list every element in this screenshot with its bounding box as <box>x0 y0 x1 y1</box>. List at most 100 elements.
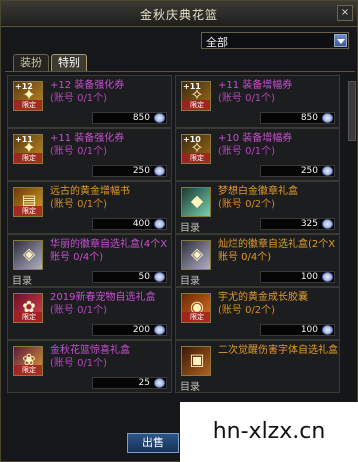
shop-window: 金秋庆典花篮 × 全部 装扮 特别 ✦ +12 限定 +12 装备强化券 (账号 0/1… <box>0 0 358 462</box>
platinum-emblem-box-icon[interactable]: ◆ <box>181 187 211 217</box>
window-title: 金秋庆典花篮 <box>139 8 218 22</box>
price-box: 250 <box>92 165 167 177</box>
shop-item-card[interactable]: ◈ 灿烂的徽章自选礼盒(2个X账号 0/4个) 目录 100 <box>175 234 340 287</box>
price-box: 250 <box>260 165 335 177</box>
item-name: 华丽的徽章自选礼盒(4个X账号 0/4个) <box>50 239 168 263</box>
currency-coin-icon <box>154 166 165 176</box>
icon-glyph: ◆ <box>190 191 204 210</box>
enhance-ticket-icon[interactable]: ✦ +12 限定 <box>13 81 43 111</box>
item-name: 远古的黄金增幅书 <box>50 186 130 197</box>
price-value: 250 <box>132 166 150 176</box>
limited-tag: 限定 <box>14 206 42 216</box>
item-name: +10 装备增幅券 <box>218 133 293 144</box>
item-name: +12 装备强化券 <box>50 80 125 91</box>
shop-item-card[interactable]: ✧ +11 限定 +11 装备增幅券 (账号 0/1个) 850 <box>175 75 340 128</box>
shop-item-card[interactable]: ✧ +10 限定 +10 装备增幅券 (账号 0/1个) 250 <box>175 128 340 181</box>
purchase-limit: (账号 0/1个) <box>50 93 108 104</box>
surprise-box-icon[interactable]: ❀ 限定 <box>13 346 43 376</box>
price-box: 50 <box>92 271 167 283</box>
price-value: 400 <box>132 219 150 229</box>
currency-coin-icon <box>322 325 333 335</box>
currency-coin-icon <box>154 272 165 282</box>
icon-level-label: +12 <box>15 82 33 91</box>
price-value: 50 <box>138 272 150 282</box>
price-box: 200 <box>92 324 167 336</box>
tab-divider <box>5 71 355 72</box>
item-name: 二次觉醒伤害字体自选礼盒 <box>218 345 338 356</box>
growth-capsule-icon[interactable]: ◉ 限定 <box>181 293 211 323</box>
item-name: 灿烂的徽章自选礼盒(2个X账号 0/4个) <box>218 239 336 263</box>
purchase-limit: (账号 0/2个) <box>218 305 276 316</box>
scroll-thumb[interactable] <box>348 81 356 141</box>
pet-box-icon[interactable]: ✿ 限定 <box>13 293 43 323</box>
emblem-box-icon[interactable]: ◈ <box>181 240 211 270</box>
price-box: 850 <box>92 112 167 124</box>
sell-button[interactable]: 出售 <box>127 433 179 453</box>
purchase-limit: (账号 0/1个) <box>50 199 108 210</box>
title-bar[interactable]: 金秋庆典花篮 × <box>1 1 357 27</box>
scrollbar[interactable] <box>347 73 357 453</box>
price-box: 400 <box>92 218 167 230</box>
shop-item-card[interactable]: ✦ +12 限定 +12 装备强化券 (账号 0/1个) 850 <box>7 75 172 128</box>
price-value: 850 <box>300 113 318 123</box>
golden-book-icon[interactable]: ▤ 限定 <box>13 187 43 217</box>
enhance-ticket-icon[interactable]: ✦ +11 限定 <box>13 134 43 164</box>
price-box: 850 <box>260 112 335 124</box>
catalog-label[interactable]: 目录 <box>180 378 200 393</box>
currency-coin-icon <box>154 113 165 123</box>
watermark-text: hn-xlzx.cn <box>180 402 358 462</box>
item-name: 2019新春宠物自选礼盒 <box>50 292 156 303</box>
currency-coin-icon <box>322 113 333 123</box>
tab-costume[interactable]: 装扮 <box>13 54 49 72</box>
price-value: 100 <box>300 325 318 335</box>
purchase-limit: (账号 0/1个) <box>218 93 276 104</box>
shop-item-card[interactable]: ▣ 二次觉醒伤害字体自选礼盒目录 <box>175 340 340 393</box>
shop-item-card[interactable]: ◈ 华丽的徽章自选礼盒(4个X账号 0/4个) 目录 50 <box>7 234 172 287</box>
purchase-limit: (账号 0/1个) <box>218 146 276 157</box>
purchase-limit: (账号 0/1个) <box>50 146 108 157</box>
tab-special[interactable]: 特别 <box>51 54 87 72</box>
shop-item-card[interactable]: ◆ 梦想白金徽章礼盒 (账号 0/2个) 目录 325 <box>175 181 340 234</box>
price-value: 200 <box>132 325 150 335</box>
purchase-limit: (账号 0/2个) <box>218 199 276 210</box>
amplify-ticket-icon[interactable]: ✧ +11 限定 <box>181 81 211 111</box>
price-value: 100 <box>300 272 318 282</box>
icon-level-label: +11 <box>15 135 33 144</box>
icon-level-label: +10 <box>183 135 201 144</box>
price-value: 850 <box>132 113 150 123</box>
catalog-label[interactable]: 目录 <box>12 272 32 287</box>
catalog-label[interactable]: 目录 <box>180 272 200 287</box>
shop-item-card[interactable]: ◉ 限定 宇尤的黄金成长胶囊 (账号 0/2个) 100 <box>175 287 340 340</box>
price-value: 25 <box>138 378 150 388</box>
price-box: 100 <box>260 271 335 283</box>
limited-tag: 限定 <box>182 312 210 322</box>
shop-item-card[interactable]: ▤ 限定 远古的黄金增幅书 (账号 0/1个) 400 <box>7 181 172 234</box>
purchase-limit: (账号 0/1个) <box>50 358 108 369</box>
currency-coin-icon <box>154 325 165 335</box>
price-value: 325 <box>300 219 318 229</box>
icon-level-label: +11 <box>183 82 201 91</box>
damage-font-box-icon[interactable]: ▣ <box>181 346 211 376</box>
amplify-ticket-icon[interactable]: ✧ +10 限定 <box>181 134 211 164</box>
category-filter-select[interactable]: 全部 <box>201 32 349 49</box>
icon-glyph: ◈ <box>22 244 36 263</box>
limited-tag: 限定 <box>14 365 42 375</box>
item-name: 金秋花篮惊喜礼盒 <box>50 345 130 356</box>
purchase-limit: (账号 0/1个) <box>50 305 108 316</box>
chevron-down-icon[interactable] <box>334 34 347 47</box>
shop-item-card[interactable]: ❀ 限定 金秋花篮惊喜礼盒 (账号 0/1个) 25 <box>7 340 172 393</box>
shop-item-card[interactable]: ✦ +11 限定 +11 装备强化券 (账号 0/1个) 250 <box>7 128 172 181</box>
item-name: 宇尤的黄金成长胶囊 <box>218 292 308 303</box>
shop-item-card[interactable]: ✿ 限定 2019新春宠物自选礼盒 (账号 0/1个) 200 <box>7 287 172 340</box>
icon-glyph: ▣ <box>189 350 205 369</box>
price-value: 250 <box>300 166 318 176</box>
item-name: 梦想白金徽章礼盒 <box>218 186 298 197</box>
price-box: 325 <box>260 218 335 230</box>
limited-tag: 限定 <box>182 153 210 163</box>
currency-coin-icon <box>154 378 165 388</box>
close-button[interactable]: × <box>337 5 353 21</box>
emblem-box-icon[interactable]: ◈ <box>13 240 43 270</box>
catalog-label[interactable]: 目录 <box>180 219 200 234</box>
icon-glyph: ◈ <box>190 244 204 263</box>
limited-tag: 限定 <box>14 153 42 163</box>
